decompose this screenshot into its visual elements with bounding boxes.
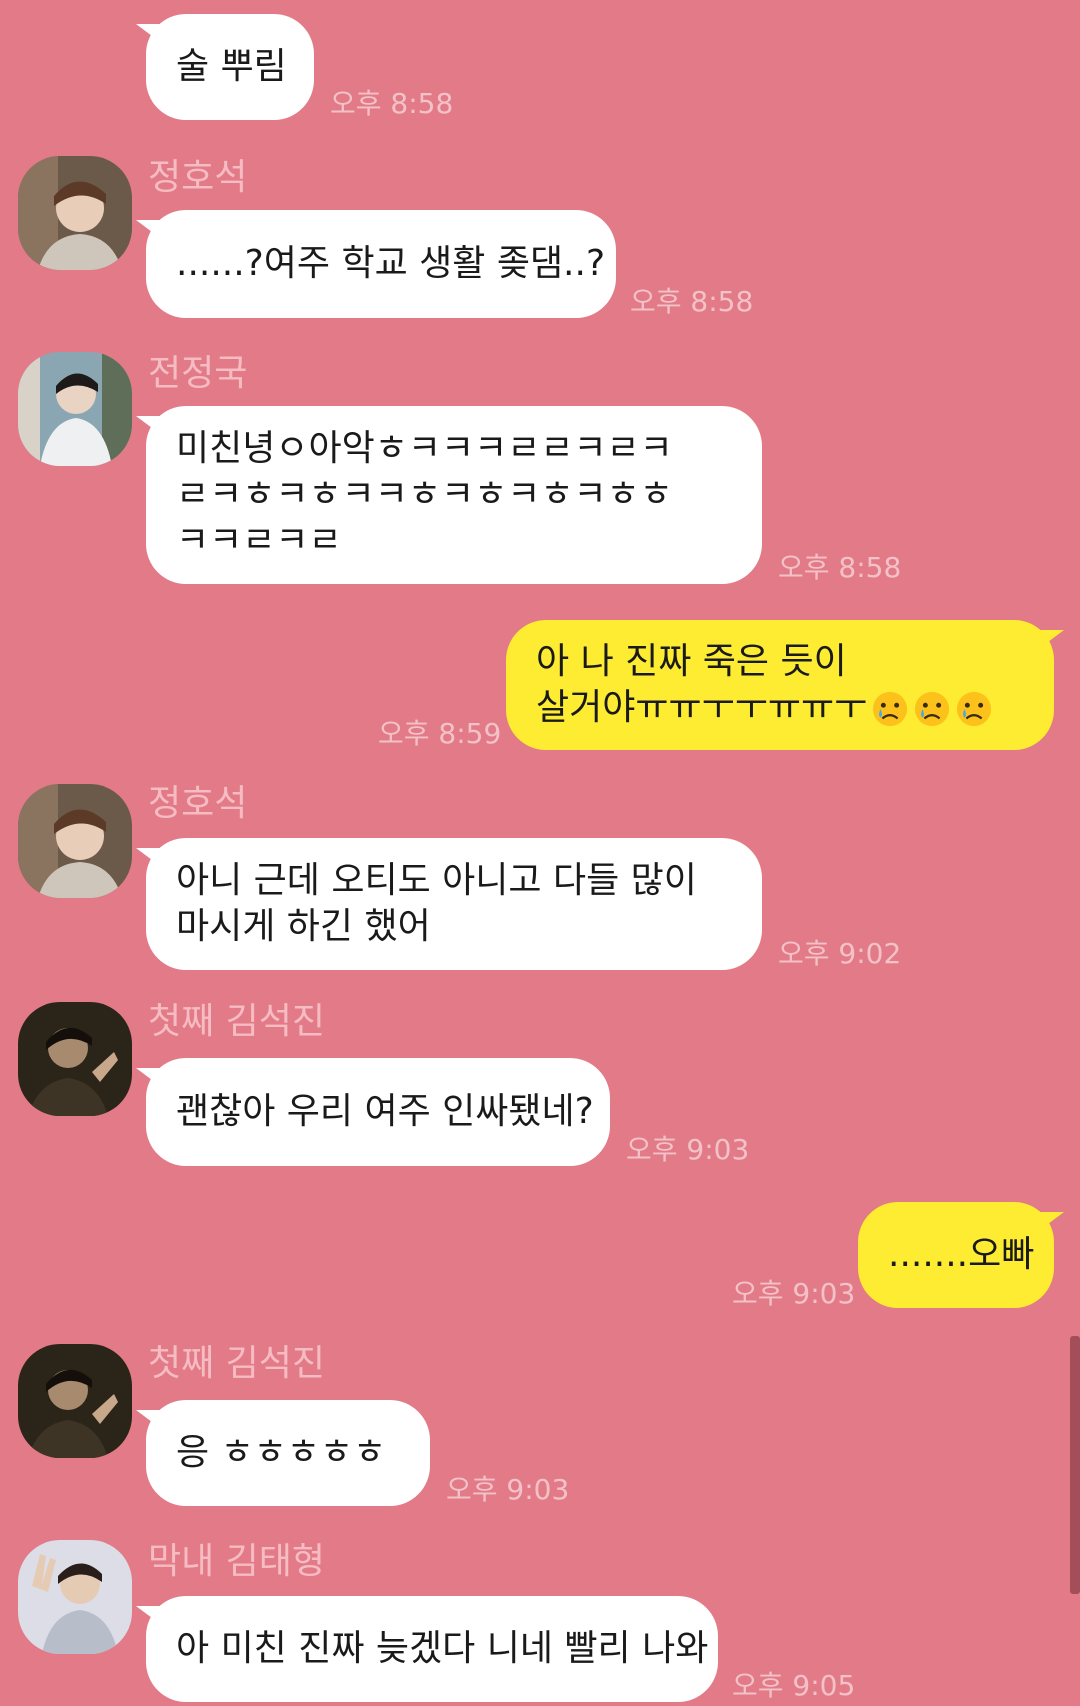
message-bubble[interactable]: 아 미친 진짜 늦겠다 니네 빨리 나와 (136, 1596, 718, 1702)
message-text: .......오빠 (888, 1234, 1035, 1275)
profile-photo (18, 784, 132, 898)
message-text: 응 ㅎㅎㅎㅎㅎ (176, 1432, 387, 1473)
avatar-kim-seokjin[interactable] (18, 1002, 132, 1116)
message-bubble[interactable]: 아 나 진짜 죽은 듯이 살거야ㅠㅠㅜㅜㅠㅠㅜ (506, 620, 1064, 750)
message-text: 아 미친 진짜 늦겠다 니네 빨리 나와 (176, 1628, 709, 1669)
message-text-line: 미친녕ㅇ아악ㅎㅋㅋㅋㄹㄹㅋㄹㅋ (176, 428, 673, 469)
message-text-line: 마시게 하긴 했어 (176, 906, 431, 947)
message-time: 오후 8:58 (330, 87, 454, 120)
message-time: 오후 9:05 (732, 1669, 856, 1702)
message-text-line: 아니 근데 오티도 아니고 다들 많이 (176, 860, 697, 901)
message-time: 오후 9:03 (446, 1473, 570, 1506)
avatar-jeon-jungkook[interactable] (18, 352, 132, 466)
message-bubble[interactable]: 아니 근데 오티도 아니고 다들 많이 마시게 하긴 했어 (136, 838, 762, 970)
sender-name: 정호석 (148, 157, 248, 198)
profile-photo (18, 156, 132, 270)
sender-name: 첫째 김석진 (148, 1001, 326, 1042)
message-text: ......?여주 학교 생활 좆댐..? (176, 243, 606, 284)
message-text-line: ㅋㅋㄹㅋㄹ (176, 520, 342, 561)
chat-room: 술 뿌림 오후 8:58 정호석 ......?여주 학교 생활 좆댐..? 오… (0, 0, 1080, 1706)
avatar-kim-taehyung[interactable] (18, 1540, 132, 1654)
profile-photo (18, 1002, 132, 1116)
crying-face-emoji (873, 691, 908, 727)
scrollbar[interactable] (1070, 1336, 1080, 1594)
avatar-kim-seokjin[interactable] (18, 1344, 132, 1458)
profile-photo (18, 1344, 132, 1458)
message-time: 오후 8:58 (778, 551, 902, 584)
sender-name: 전정국 (148, 353, 248, 394)
crying-face-emoji (915, 691, 950, 727)
message-bubble[interactable]: 응 ㅎㅎㅎㅎㅎ (136, 1400, 430, 1506)
avatar-jung-hoseok[interactable] (18, 156, 132, 270)
message-text: 괜찮아 우리 여주 인싸됐네? (176, 1091, 594, 1132)
sender-name: 막내 김태형 (148, 1541, 326, 1582)
avatar-jung-hoseok[interactable] (18, 784, 132, 898)
message-bubble[interactable]: ......?여주 학교 생활 좆댐..? (136, 210, 616, 318)
crying-face-emoji (957, 691, 992, 727)
sender-name: 첫째 김석진 (148, 1343, 326, 1384)
message-time: 오후 9:03 (732, 1277, 856, 1310)
message-time: 오후 9:03 (626, 1133, 750, 1166)
sender-name: 정호석 (148, 783, 248, 824)
message-time: 오후 8:59 (378, 717, 502, 750)
message-time: 오후 8:58 (630, 285, 754, 318)
message-bubble[interactable]: 술 뿌림 (136, 14, 314, 120)
message-bubble[interactable]: 미친녕ㅇ아악ㅎㅋㅋㅋㄹㄹㅋㄹㅋ ㄹㅋㅎㅋㅎㅋㅋㅎㅋㅎㅋㅎㅋㅎㅎ ㅋㅋㄹㅋㄹ (136, 406, 762, 584)
profile-photo (18, 1540, 132, 1654)
message-text-line: 아 나 진짜 죽은 듯이 (536, 641, 847, 682)
message-text-line-main: 살거야ㅠㅠㅜㅜㅠㅠㅜ (536, 687, 868, 728)
profile-photo (18, 352, 132, 466)
message-text-line: ㄹㅋㅎㅋㅎㅋㅋㅎㅋㅎㅋㅎㅋㅎㅎ (176, 474, 673, 515)
message-text-line: 살거야ㅠㅠㅜㅜㅠㅠㅜ (536, 685, 1024, 731)
message-bubble[interactable]: .......오빠 (858, 1202, 1064, 1308)
message-text: 술 뿌림 (176, 46, 287, 87)
message-time: 오후 9:02 (778, 937, 902, 970)
message-bubble[interactable]: 괜찮아 우리 여주 인싸됐네? (136, 1058, 610, 1166)
